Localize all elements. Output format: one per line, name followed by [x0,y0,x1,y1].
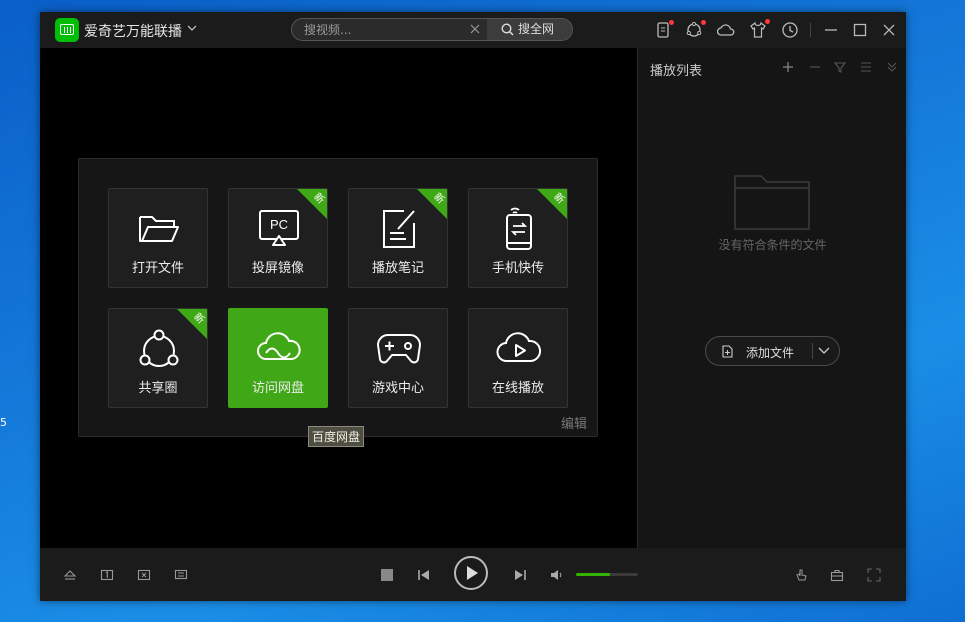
tile-label: 打开文件 [131,261,184,276]
cloud-drive-icon [257,332,301,360]
gesture-icon[interactable] [794,568,808,582]
volume-icon[interactable] [550,568,564,582]
maximize-icon[interactable] [851,21,869,39]
add-file-icon [722,345,733,358]
app-title[interactable]: 爱奇艺万能联播 [84,21,182,41]
tile-screen-cast[interactable]: PC 新 投屏镜像 [228,188,328,288]
playlist-title: 播放列表 [650,64,703,79]
stop-icon[interactable] [380,568,394,582]
search-all-button[interactable]: 搜全网 [487,19,572,40]
volume-slider-fill [576,573,611,576]
search-all-label: 搜全网 [518,22,555,36]
folder-open-icon [139,216,179,242]
add-file-button[interactable]: 添加文件 [705,336,840,366]
minimize-icon[interactable] [822,21,840,39]
tile-label: 投屏镜像 [251,261,304,276]
app-logo[interactable] [55,18,79,42]
pip-icon[interactable] [137,568,151,582]
desktop-edge-text: 5 [0,416,7,429]
player-window: 爱奇艺万能联播 搜全网 打开文件 [40,12,906,601]
search-box: 搜全网 [291,18,573,41]
tile-label: 播放笔记 [371,261,424,276]
share-circle-icon[interactable] [685,21,703,39]
video-area[interactable]: 打开文件 PC 新 投屏镜像 新 播放笔记 新 手机快传 新 共享圈 访问网盘 … [40,48,637,548]
tile-label: 手机快传 [491,261,544,276]
tile-label: 在线播放 [491,381,544,396]
close-icon[interactable] [880,21,898,39]
search-input[interactable] [304,19,464,40]
tile-play-notes[interactable]: 新 播放笔记 [348,188,448,288]
quick-actions-panel: 打开文件 PC 新 投屏镜像 新 播放笔记 新 手机快传 新 共享圈 访问网盘 … [78,158,598,437]
notification-dot [701,20,706,25]
edit-link[interactable]: 编辑 [561,413,587,432]
notification-dot [669,20,674,25]
play-button[interactable] [454,556,488,590]
collapse-icon[interactable] [885,60,899,74]
history-clock-icon[interactable] [781,21,799,39]
gamepad-icon [377,334,421,364]
pc-cast-icon: PC [259,210,299,246]
toolbox-icon[interactable] [830,568,844,582]
tile-phone-transfer[interactable]: 新 手机快传 [468,188,568,288]
remove-icon[interactable] [808,60,822,74]
filter-icon[interactable] [833,60,847,74]
empty-folder-icon [734,175,810,230]
tile-label: 共享圈 [138,381,178,396]
add-file-label: 添加文件 [746,346,795,360]
empty-text: 没有符合条件的文件 [718,238,827,252]
tile-label: 访问网盘 [251,381,304,396]
toolbar-divider [810,23,811,37]
chevron-down-icon[interactable] [818,346,830,356]
clear-icon[interactable] [469,23,481,35]
search-icon [501,23,514,36]
screen-cast-icon[interactable] [174,568,188,582]
skin-shirt-icon[interactable] [749,21,767,39]
previous-icon[interactable] [417,568,431,582]
title-bar: 爱奇艺万能联播 搜全网 [40,12,906,48]
tile-cloud-drive[interactable]: 访问网盘 [228,308,328,408]
note-edit-icon [383,210,415,248]
cloud-icon[interactable] [717,21,735,39]
svg-text:PC: PC [270,217,288,232]
chevron-down-icon[interactable] [186,22,198,34]
tile-online-play[interactable]: 在线播放 [468,308,568,408]
eject-icon[interactable] [63,568,77,582]
add-icon[interactable] [781,60,795,74]
notification-dot [765,19,770,24]
single-mode-icon[interactable] [100,568,114,582]
fullscreen-icon[interactable] [867,568,881,582]
tile-label: 游戏中心 [371,381,424,396]
tile-open-file[interactable]: 打开文件 [108,188,208,288]
tile-game-center[interactable]: 游戏中心 [348,308,448,408]
cloud-play-icon [496,332,541,363]
share-circle-icon [139,329,179,367]
tile-share-circle[interactable]: 新 共享圈 [108,308,208,408]
tooltip: 百度网盘 [308,426,365,447]
playlist-panel: 播放列表 没有符合条件的文件 添加文件 [637,48,906,548]
volume-slider[interactable] [576,573,638,576]
play-icon [467,566,478,580]
control-bar [40,548,906,601]
phone-transfer-icon [506,207,532,250]
list-icon[interactable] [859,60,873,74]
next-icon[interactable] [513,568,527,582]
